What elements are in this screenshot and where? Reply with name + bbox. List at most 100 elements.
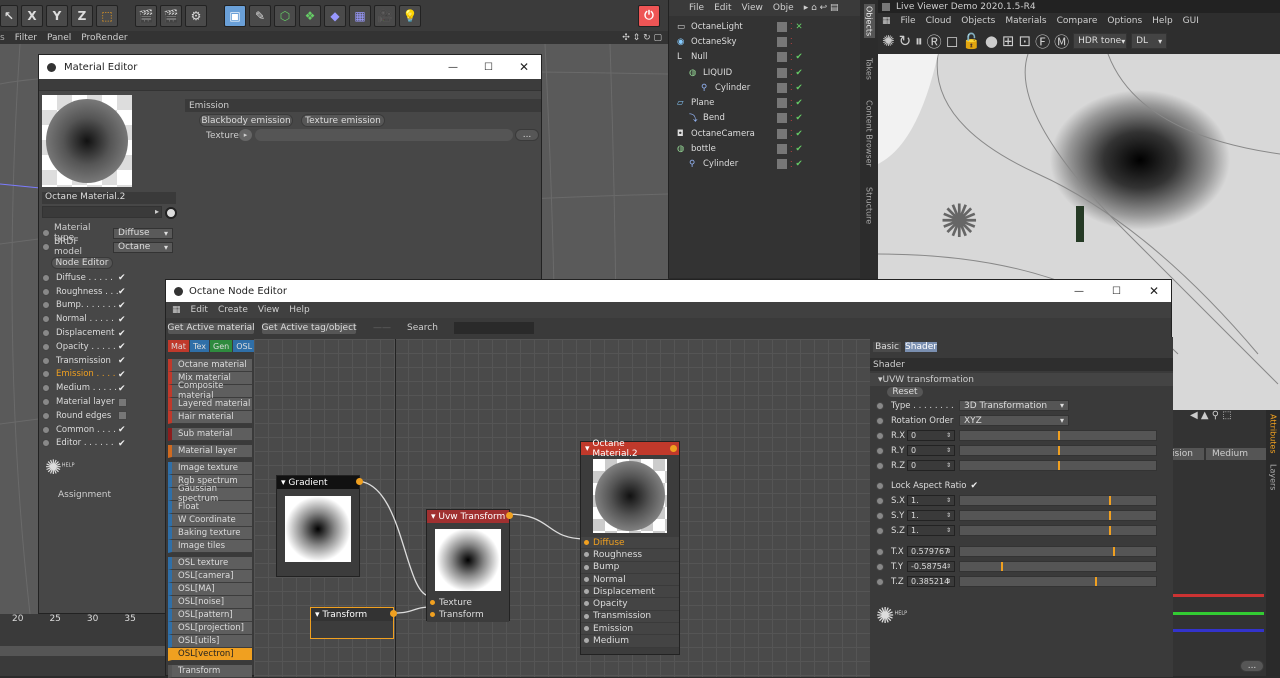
enabled-check-icon[interactable]: ✔: [796, 129, 803, 139]
material-node-out-pin[interactable]: [670, 445, 677, 452]
attr-col-medium[interactable]: Medium: [1206, 448, 1266, 460]
node-palette-item[interactable]: OSL[pattern]: [168, 609, 252, 622]
filter-tab[interactable]: Gen: [210, 340, 233, 352]
node-palette-item[interactable]: OSL[noise]: [168, 596, 252, 609]
row-stepper-icon[interactable]: ⇕: [946, 578, 955, 585]
uvw-texture-pin[interactable]: Texture: [427, 597, 509, 610]
channel-row[interactable]: Material layer: [42, 395, 162, 409]
rotation-order-select[interactable]: XYZ: [959, 415, 1069, 426]
material-input-pin[interactable]: Medium: [581, 635, 679, 648]
lv-menu-file[interactable]: File: [901, 16, 916, 26]
get-active-tag-button[interactable]: Get Active tag/object: [261, 321, 357, 335]
slider-handle[interactable]: [1112, 547, 1115, 556]
channel-checkbox[interactable]: ✔: [118, 370, 127, 380]
assignment-label[interactable]: Assignment: [58, 490, 111, 500]
material-input-pin[interactable]: Emission: [581, 623, 679, 636]
clay-mode-icon[interactable]: ⊡: [1019, 32, 1032, 50]
tab-takes[interactable]: Takes: [865, 58, 874, 80]
uvw-transform-pin[interactable]: Transform: [427, 609, 509, 622]
tab-basic[interactable]: Basic: [872, 341, 902, 353]
material-input-pin[interactable]: Normal: [581, 573, 679, 587]
row-stepper-icon[interactable]: ⇕: [946, 527, 955, 534]
blackbody-emission-button[interactable]: Blackbody emission: [199, 114, 293, 127]
texture-expand-icon[interactable]: ▸: [239, 129, 252, 141]
object-row[interactable]: ◍ bottle ⁚ ✔: [673, 141, 833, 156]
enabled-check-icon[interactable]: ✕: [796, 22, 803, 32]
transform-node[interactable]: ▾ Transform: [310, 607, 397, 639]
layer-icon[interactable]: [777, 144, 787, 155]
node-palette-item[interactable]: Hair material: [168, 411, 252, 424]
channel-row[interactable]: Transmission ✔: [42, 354, 162, 368]
channel-checkbox[interactable]: ✔: [118, 315, 127, 325]
layer-icon[interactable]: [777, 113, 787, 124]
layer-icon[interactable]: [777, 52, 787, 63]
pause-icon[interactable]: ⏸: [915, 32, 923, 50]
channel-row[interactable]: Displacement ✔: [42, 326, 162, 340]
move-tool-icon[interactable]: ↖: [0, 4, 18, 27]
slider-handle[interactable]: [1108, 511, 1111, 520]
x-axis-icon[interactable]: X: [21, 4, 43, 27]
channel-checkbox[interactable]: ✔: [118, 301, 127, 311]
channel-radio[interactable]: [42, 329, 50, 338]
octane-icon[interactable]: ⏻: [638, 4, 660, 27]
visibility-dots-icon[interactable]: ⁚: [790, 145, 793, 154]
object-row[interactable]: ▱ Plane ⁚ ✔: [673, 95, 833, 110]
material-name-field[interactable]: [42, 206, 162, 218]
transform-out-pin[interactable]: [390, 610, 397, 617]
lv-menu-help[interactable]: Help: [1152, 16, 1173, 26]
node-editor-button[interactable]: Node Editor: [51, 257, 113, 269]
row-stepper-icon[interactable]: ⇕: [946, 548, 955, 555]
objects-menu-edit[interactable]: Edit: [714, 3, 731, 13]
visibility-dots-icon[interactable]: ⁚: [790, 37, 793, 46]
render-mode-select[interactable]: DL: [1131, 33, 1168, 49]
layer-icon[interactable]: [777, 98, 787, 109]
color-bar-green[interactable]: [1170, 612, 1264, 615]
attr-col-emission[interactable]: ision: [1170, 448, 1204, 460]
row-radio[interactable]: [876, 577, 884, 586]
stop-icon[interactable]: ◻: [946, 32, 958, 50]
visibility-dots-icon[interactable]: ⁚: [790, 53, 793, 62]
node-palette-item[interactable]: Gaussian spectrum: [168, 484, 252, 504]
channel-row[interactable]: Roughness . . . ✔: [42, 285, 162, 299]
color-bar-red[interactable]: [1170, 594, 1264, 597]
material-input-pin[interactable]: Opacity: [581, 598, 679, 611]
node-palette-item[interactable]: Image texture: [168, 462, 252, 475]
deformer-icon[interactable]: ◆: [324, 4, 346, 27]
visibility-dots-icon[interactable]: ⁚: [790, 129, 793, 138]
enabled-check-icon[interactable]: ✔: [796, 83, 803, 93]
row-stepper-icon[interactable]: ⇕: [946, 432, 955, 439]
restart-render-icon[interactable]: ↻: [899, 32, 912, 50]
channel-checkbox[interactable]: ✔: [118, 273, 127, 283]
layer-icon[interactable]: [777, 82, 787, 93]
brdf-model-select[interactable]: Octane: [113, 241, 173, 253]
node-editor-maximize-icon[interactable]: ☐: [1112, 286, 1121, 297]
slider-handle[interactable]: [1108, 496, 1111, 505]
coordinate-system-icon[interactable]: ⬚: [96, 4, 118, 27]
channel-radio[interactable]: [42, 384, 50, 393]
octane-material-node[interactable]: ▾ Octane Material.2 Diffuse Roughness Bump…: [580, 439, 680, 655]
channel-radio[interactable]: [42, 342, 50, 351]
visibility-dots-icon[interactable]: ⁚: [790, 68, 793, 77]
channel-row[interactable]: Common . . . . ✔: [42, 423, 162, 437]
menu-panel[interactable]: Panel: [47, 33, 71, 43]
channel-radio[interactable]: [42, 356, 50, 365]
node-palette-item[interactable]: OSL texture: [168, 557, 252, 570]
field-arrow-icon[interactable]: ▸: [155, 207, 159, 216]
tab-structure[interactable]: Structure: [865, 187, 874, 224]
object-row[interactable]: ◍ LIQUID ⁚ ✔: [673, 65, 833, 80]
array-icon[interactable]: ❖: [299, 4, 321, 27]
row-stepper-icon[interactable]: ⇕: [946, 512, 955, 519]
slider-handle[interactable]: [1058, 446, 1060, 455]
material-input-pin[interactable]: Roughness: [581, 549, 679, 562]
channel-row[interactable]: Bump. . . . . . . ✔: [42, 299, 162, 313]
row-stepper-icon[interactable]: ⇕: [946, 563, 955, 570]
subdivision-icon[interactable]: ⬡: [274, 4, 296, 27]
slider-handle[interactable]: [1001, 562, 1004, 571]
lock-icon[interactable]: 🔓: [962, 32, 981, 50]
row-slider[interactable]: [959, 546, 1157, 557]
row-radio[interactable]: [876, 446, 884, 455]
objects-menu-arrow-icon[interactable]: ▸ ⌂ ↩ ▤: [804, 3, 839, 13]
lock-aspect-radio[interactable]: [876, 481, 884, 490]
object-row[interactable]: ⤵ Bend ⁚ ✔: [673, 111, 833, 126]
tab-content-browser[interactable]: Content Browser: [865, 100, 874, 167]
